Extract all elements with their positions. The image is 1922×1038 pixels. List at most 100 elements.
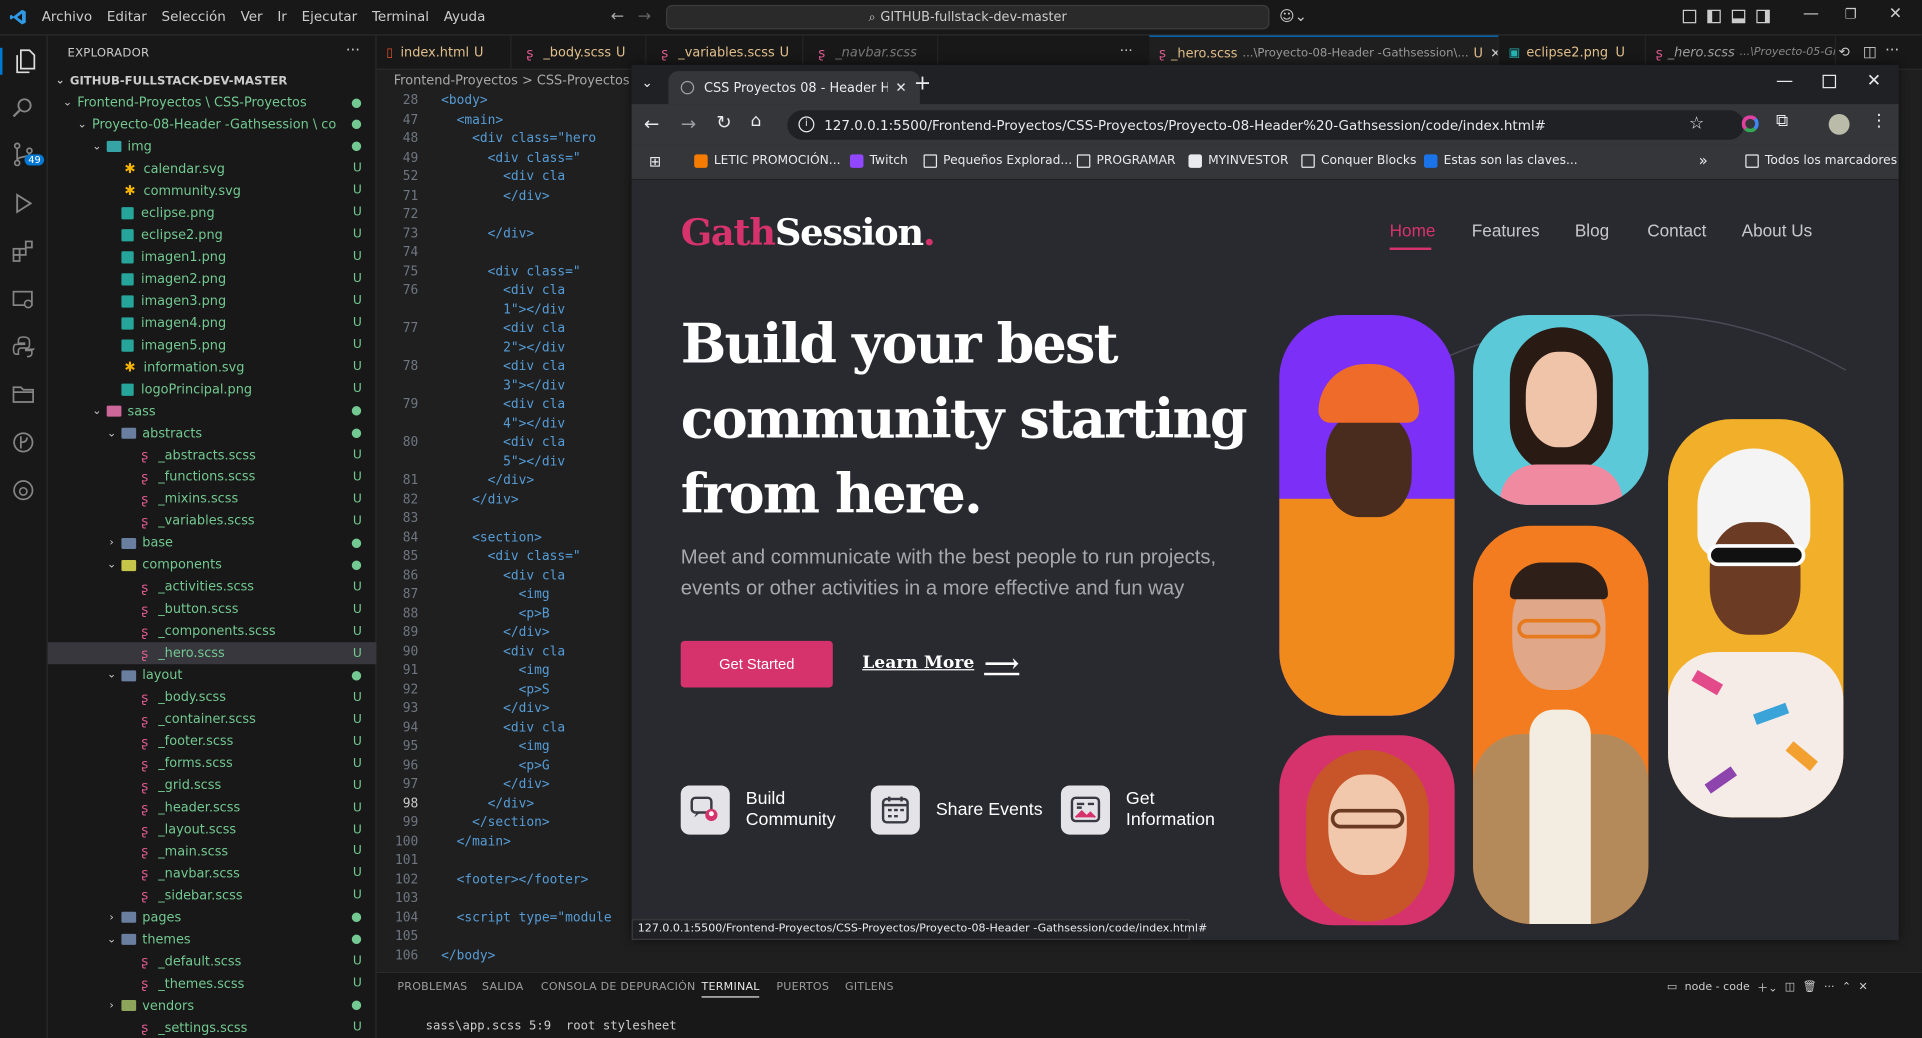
copilot-icon[interactable]: ☺⌄ <box>1279 7 1307 24</box>
tree-file[interactable]: imagen1.png U <box>48 246 377 268</box>
menu-seleccion[interactable]: Selección <box>154 9 233 25</box>
get-started-button[interactable]: Get Started <box>680 640 833 688</box>
close-icon[interactable]: ✕ <box>1889 5 1902 23</box>
menu-ver[interactable]: Ver <box>233 9 270 25</box>
new-tab-icon[interactable]: + <box>914 71 931 96</box>
browser-maximize-icon[interactable] <box>1822 74 1837 89</box>
tab-salida[interactable]: SALIDA <box>482 982 524 994</box>
tree-file[interactable]: logoPrincipal.png U <box>48 378 377 400</box>
nav-blog[interactable]: Blog <box>1575 221 1609 241</box>
tree-file[interactable]: imagen5.png U <box>48 334 377 356</box>
tree-file[interactable]: imagen4.png U <box>48 312 377 334</box>
gitlens-icon[interactable] <box>10 429 37 456</box>
tree-file[interactable]: ʂ _body.scss U <box>48 687 377 709</box>
gitlens-inspect-icon[interactable] <box>10 477 37 504</box>
more-actions-icon[interactable]: ··· <box>346 42 360 59</box>
extensions-icon[interactable] <box>10 238 37 265</box>
tab-index-html[interactable]: ▯ index.html U <box>377 35 512 70</box>
profile-avatar[interactable] <box>1828 113 1850 135</box>
bookmark-pequenos[interactable]: Pequeños Explorad... <box>923 154 1072 168</box>
learn-more-link[interactable]: Learn More ⟶ <box>862 651 1019 676</box>
tree-file[interactable]: ʂ _variables.scss U <box>48 510 377 532</box>
tab-problemas[interactable]: PROBLEMAS <box>397 982 467 994</box>
tree-file[interactable]: imagen2.png U <box>48 268 377 290</box>
remote-explorer-icon[interactable] <box>10 286 37 313</box>
menu-archivo[interactable]: Archivo <box>34 9 99 25</box>
forward-arrow-icon[interactable]: → <box>638 7 651 25</box>
breadcrumb[interactable]: Frontend-Proyectos > CSS-Proyectos > P <box>377 70 634 92</box>
tree-folder[interactable]: ⌄ abstracts ● <box>48 422 377 444</box>
tree-folder[interactable]: › pages ● <box>48 907 377 929</box>
browser-tab[interactable]: CSS Proyectos 08 - Header Hea ✕ <box>668 71 920 105</box>
all-bookmarks[interactable]: Todos los marcadores <box>1745 154 1897 168</box>
tree-file[interactable]: ʂ _activities.scss U <box>48 576 377 598</box>
tree-folder[interactable]: ⌄ components ● <box>48 554 377 576</box>
apps-grid-icon[interactable]: ⊞ <box>649 153 661 170</box>
tree-folder[interactable]: › base ● <box>48 532 377 554</box>
tree-file[interactable]: ʂ _default.scss U <box>48 951 377 973</box>
address-bar[interactable]: i 127.0.0.1:5500/Frontend-Proyectos/CSS-… <box>787 110 1745 140</box>
tree-file[interactable]: ʂ _footer.scss U <box>48 731 377 753</box>
tree-folder[interactable]: › vendors ● <box>48 995 377 1017</box>
tree-file[interactable]: ʂ _functions.scss U <box>48 466 377 488</box>
tree-file[interactable]: ʂ _container.scss U <box>48 709 377 731</box>
bookmark-conquer-blocks[interactable]: Conquer Blocks <box>1301 154 1416 168</box>
tree-file[interactable]: ʂ _abstracts.scss U <box>48 444 377 466</box>
toggle-secondary-sidebar-icon[interactable] <box>1756 9 1770 24</box>
command-center[interactable]: ⌕ GITHUB-fullstack-dev-master <box>665 4 1270 30</box>
split-editor-icon[interactable]: ◫ <box>1863 43 1877 60</box>
tree-file[interactable]: ʂ _layout.scss U <box>48 819 377 841</box>
browser-back-icon[interactable]: ← <box>644 113 659 135</box>
new-terminal-icon[interactable]: ＋⌄ <box>1757 979 1777 995</box>
tree-folder[interactable]: ⌄ layout ● <box>48 664 377 686</box>
tree-file[interactable]: ʂ _themes.scss U <box>48 973 377 995</box>
menu-ayuda[interactable]: Ayuda <box>436 9 492 25</box>
bookmark-myinvestor[interactable]: MYINVESTOR <box>1188 154 1289 168</box>
customize-layout-icon[interactable] <box>1682 9 1697 24</box>
tree-file[interactable]: ✱ information.svg U <box>48 356 377 378</box>
tree-file[interactable]: ʂ _mixins.scss U <box>48 488 377 510</box>
site-logo[interactable]: GathSession. <box>681 212 936 255</box>
tree-file[interactable]: ʂ _header.scss U <box>48 797 377 819</box>
toggle-panel-icon[interactable] <box>1731 9 1746 24</box>
browser-menu-icon[interactable]: ⋮ <box>1870 112 1887 132</box>
bookmark-programar[interactable]: PROGRAMAR <box>1076 154 1175 168</box>
tree-folder[interactable]: ⌄ sass ● <box>48 400 377 422</box>
tree-folder[interactable]: ⌄ img ● <box>48 136 377 158</box>
tree-file[interactable]: ✱ calendar.svg U <box>48 158 377 180</box>
tree-file[interactable]: ʂ _components.scss U <box>48 620 377 642</box>
split-terminal-icon[interactable]: ◫ <box>1785 981 1795 993</box>
tree-folder[interactable]: ⌄ Proyecto-08-Header -Gathsession \ co...… <box>48 114 377 136</box>
tree-file[interactable]: ʂ _navbar.scss U <box>48 863 377 885</box>
open-changes-icon[interactable]: ⟲ <box>1839 44 1850 60</box>
nav-about-us[interactable]: About Us <box>1742 221 1813 241</box>
tree-file[interactable]: ʂ _hero.scss U <box>47 642 377 665</box>
source-control-icon[interactable]: 49 <box>10 141 45 168</box>
close-tab-icon[interactable]: ✕ <box>1490 46 1497 61</box>
tree-file[interactable]: ʂ _button.scss U <box>48 598 377 620</box>
close-panel-icon[interactable]: ✕ <box>1859 981 1868 993</box>
tree-file[interactable]: ʂ _sidebar.scss U <box>48 885 377 907</box>
tree-file[interactable]: ʂ _forms.scss U <box>48 753 377 775</box>
tree-file[interactable]: eclipse2.png U <box>48 224 377 246</box>
tab-body-scss[interactable]: ʂ _body.scss U <box>511 35 647 70</box>
folder-icon[interactable] <box>10 381 37 408</box>
tree-file[interactable]: ✱ community.svg U <box>48 180 377 202</box>
maximize-panel-icon[interactable]: ⌃ <box>1842 981 1851 993</box>
tab-gitlens[interactable]: GITLENS <box>845 982 894 994</box>
code-editor[interactable]: <body> <main> <div class="hero <div clas… <box>426 92 632 972</box>
toggle-sidebar-icon[interactable] <box>1707 9 1721 24</box>
extension-color-icon[interactable] <box>1741 115 1759 133</box>
browser-close-icon[interactable]: ✕ <box>1867 71 1881 91</box>
close-tab-icon[interactable]: ✕ <box>895 80 906 96</box>
menu-ir[interactable]: Ir <box>270 9 294 25</box>
more-tabs-icon[interactable]: ··· <box>1120 43 1133 59</box>
browser-minimize-icon[interactable]: — <box>1776 71 1793 91</box>
tree-file[interactable]: eclipse.png U <box>48 202 377 224</box>
menu-editar[interactable]: Editar <box>99 9 154 25</box>
tree-file[interactable]: ʂ _settings.scss U <box>48 1017 377 1038</box>
bookmark-letic[interactable]: LETIC PROMOCIÓN... <box>694 154 840 168</box>
back-arrow-icon[interactable]: ← <box>611 7 624 25</box>
editor-more-icon[interactable]: ··· <box>1885 42 1899 59</box>
more-bookmarks-icon[interactable]: » <box>1699 152 1708 169</box>
